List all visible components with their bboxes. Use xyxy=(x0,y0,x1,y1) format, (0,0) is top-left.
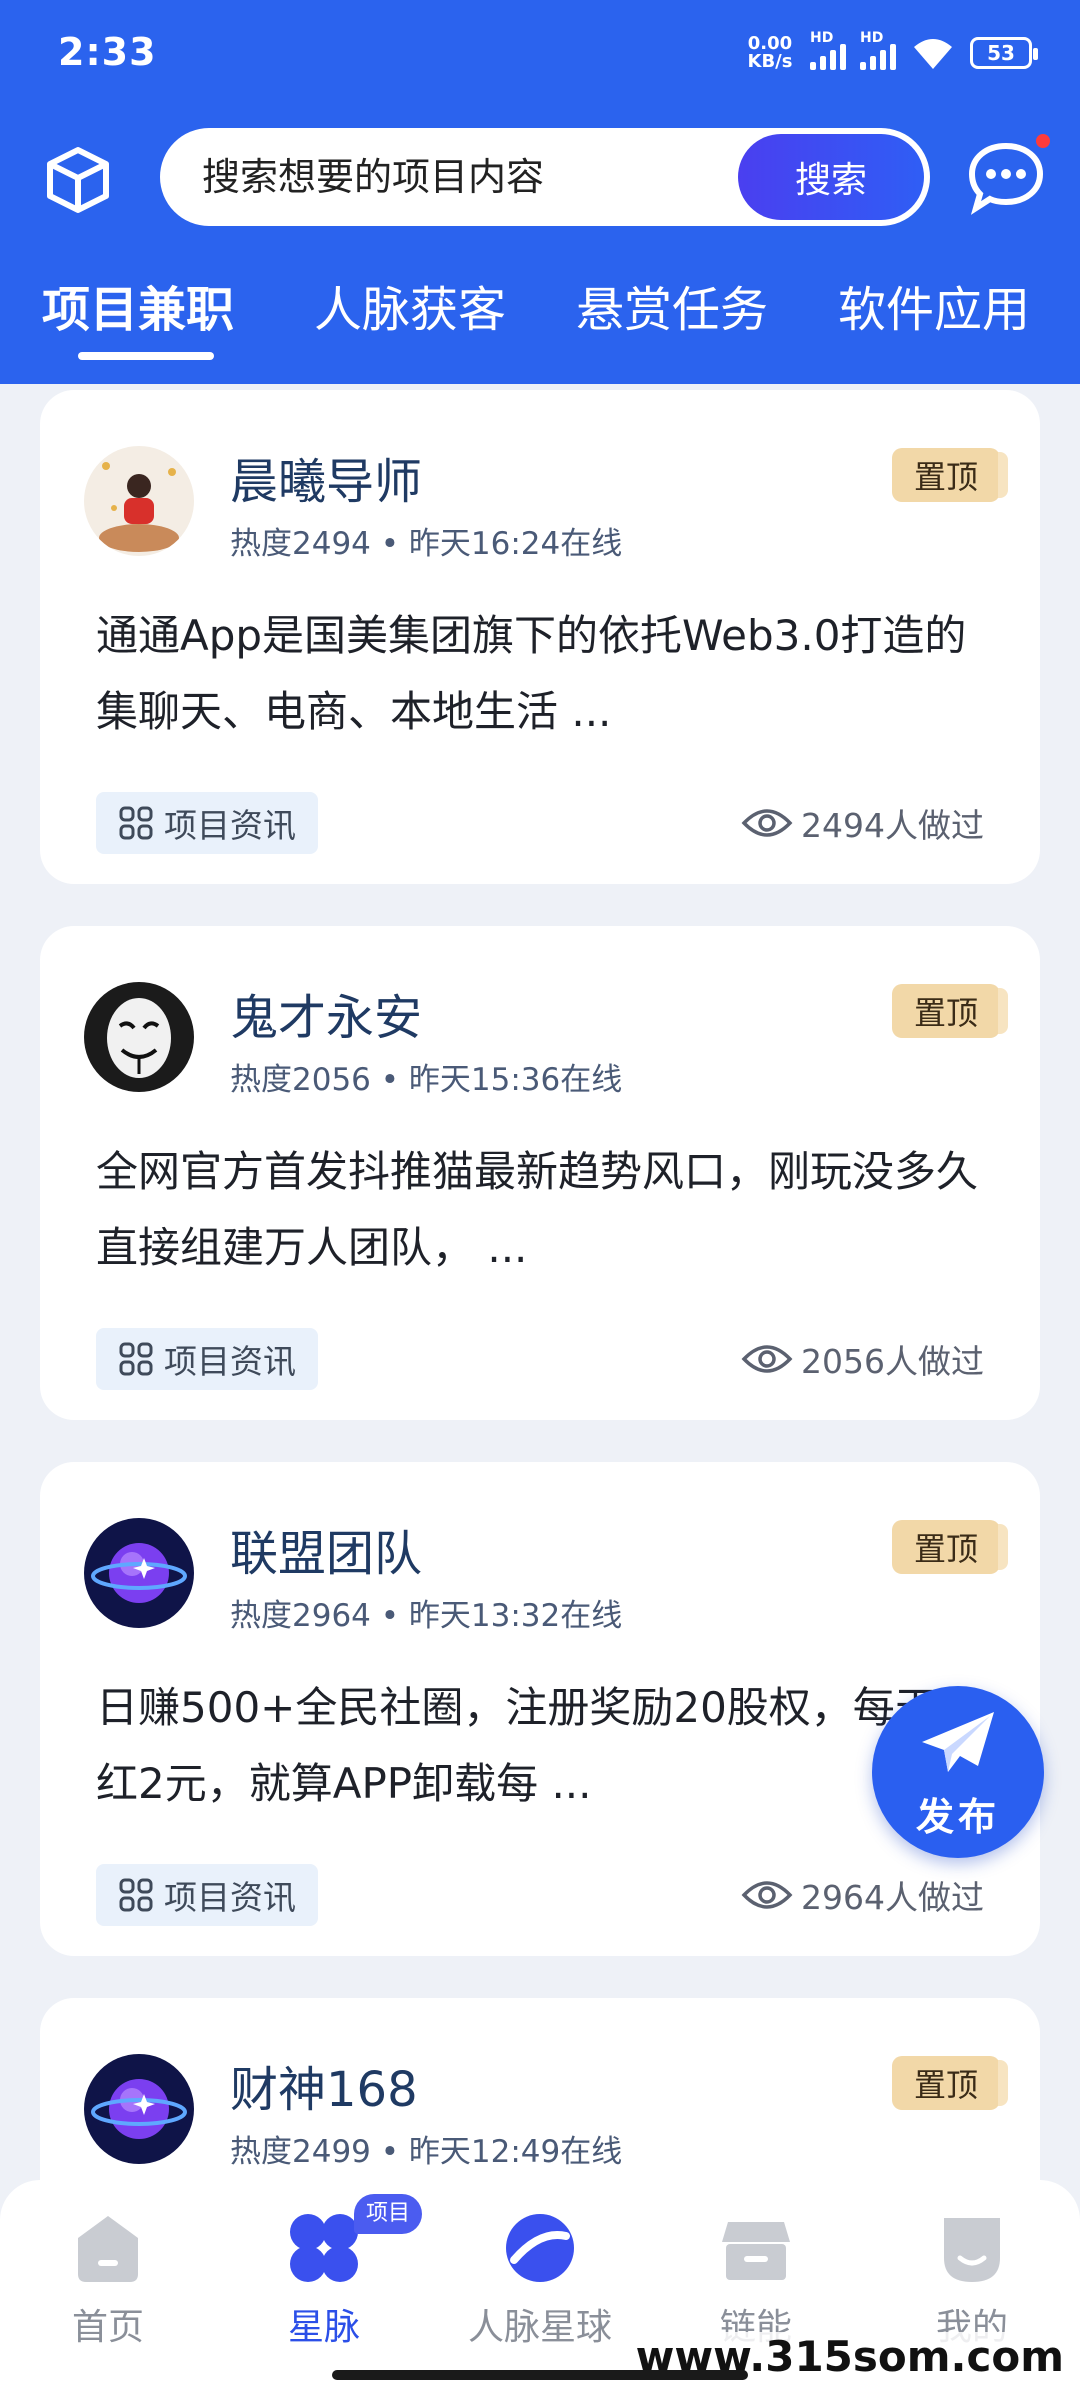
pinned-badge: 置顶 xyxy=(892,448,1008,502)
pinned-badge: 置顶 xyxy=(892,2056,1008,2110)
nav-item-starnet[interactable]: 项目 星脉 xyxy=(216,2180,432,2380)
post-card[interactable]: 联盟团队 热度2964 • 昨天13:32在线 置顶 日赚500+全民社圈，注册… xyxy=(40,1462,1040,1956)
nav-label: 首页 xyxy=(71,2307,144,2348)
grid-icon xyxy=(119,806,153,840)
avatar[interactable] xyxy=(84,2054,194,2164)
pinned-badge: 置顶 xyxy=(892,984,1008,1038)
eye-icon xyxy=(741,1881,793,1909)
category-tag-label: 项目资讯 xyxy=(164,1342,296,1381)
grid-icon xyxy=(119,1342,153,1376)
chat-bubble-icon[interactable] xyxy=(966,138,1046,218)
search-bar: 搜索 xyxy=(160,128,930,226)
eye-icon xyxy=(741,1345,793,1373)
post-list: 晨曦导师 热度2494 • 昨天16:24在线 置顶 通通App是国美集团旗下的… xyxy=(0,384,1080,2400)
signal-icon: HD xyxy=(810,30,846,70)
battery-level: 53 xyxy=(987,41,1015,65)
category-tag-label: 项目资讯 xyxy=(164,806,296,845)
category-tag[interactable]: 项目资讯 xyxy=(96,1864,318,1926)
view-count: 2494人做过 xyxy=(741,792,984,854)
post-description[interactable]: 通通App是国美集团旗下的依托Web3.0打造的集聊天、电商、本地生活 ... xyxy=(96,598,986,750)
notification-dot xyxy=(1034,132,1052,150)
status-bar: 2:33 0.00 KB/s HD HD 53 xyxy=(0,0,1080,110)
publish-button[interactable]: 发布 xyxy=(872,1686,1044,1858)
author-name[interactable]: 鬼才永安 xyxy=(230,978,422,1048)
grid-icon xyxy=(119,1878,153,1912)
eye-icon xyxy=(741,809,793,837)
author-name[interactable]: 联盟团队 xyxy=(230,1514,422,1584)
author-meta: 热度2056 • 昨天15:36在线 xyxy=(230,1062,623,1098)
search-button[interactable]: 搜索 xyxy=(738,134,924,220)
nav-item-network-planet[interactable]: 人脉星球 xyxy=(432,2180,648,2380)
network-speed-unit: KB/s xyxy=(747,51,793,72)
active-tab-indicator xyxy=(78,352,214,360)
signal-hd-label: HD xyxy=(810,30,834,46)
avatar[interactable] xyxy=(84,446,194,556)
view-count: 2056人做过 xyxy=(741,1328,984,1390)
status-icons: 0.00 KB/s HD HD 53 xyxy=(744,30,1038,76)
category-tag[interactable]: 项目资讯 xyxy=(96,1328,318,1390)
category-tag[interactable]: 项目资讯 xyxy=(96,792,318,854)
battery-icon: 53 xyxy=(970,37,1038,69)
home-indicator xyxy=(332,2370,748,2380)
publish-button-label: 发布 xyxy=(915,1795,1000,1839)
tab-bounty-tasks[interactable]: 悬赏任务 xyxy=(576,270,768,340)
store-icon xyxy=(722,2222,790,2280)
author-name[interactable]: 晨曦导师 xyxy=(230,442,422,512)
post-card[interactable]: 鬼才永安 热度2056 • 昨天15:36在线 置顶 全网官方首发抖推猫最新趋势… xyxy=(40,926,1040,1420)
home-icon xyxy=(78,2216,138,2282)
tab-software-apps[interactable]: 软件应用 xyxy=(838,270,1030,340)
author-meta: 热度2499 • 昨天12:49在线 xyxy=(230,2134,623,2170)
status-time: 2:33 xyxy=(58,30,157,74)
author-meta: 热度2964 • 昨天13:32在线 xyxy=(230,1598,623,1634)
header: 2:33 0.00 KB/s HD HD 53 搜索想要的项目内容 搜索 项目兼… xyxy=(0,0,1080,384)
author-name[interactable]: 财神168 xyxy=(230,2050,418,2120)
post-description[interactable]: 全网官方首发抖推猫最新趋势风口，刚玩没多久直接组建万人团队， ... xyxy=(96,1134,986,1286)
search-row: 搜索 xyxy=(0,128,1080,228)
post-card[interactable]: 晨曦导师 热度2494 • 昨天16:24在线 置顶 通通App是国美集团旗下的… xyxy=(40,390,1040,884)
app-screen: 2:33 0.00 KB/s HD HD 53 搜索想要的项目内容 搜索 项目兼… xyxy=(0,0,1080,2400)
clover-icon xyxy=(290,2214,358,2282)
author-meta: 热度2494 • 昨天16:24在线 xyxy=(230,526,623,562)
view-count-label: 2056人做过 xyxy=(801,1342,984,1381)
view-count-label: 2494人做过 xyxy=(801,806,984,845)
view-count: 2964人做过 xyxy=(741,1864,984,1926)
nav-item-home[interactable]: 首页 xyxy=(0,2180,216,2380)
nav-label: 星脉 xyxy=(287,2307,360,2348)
nav-label: 人脉星球 xyxy=(467,2307,612,2348)
planet-icon xyxy=(506,2214,574,2282)
network-speed: 0.00 KB/s xyxy=(744,35,796,71)
post-description[interactable]: 日赚500+全民社圈，注册奖励20股权，每天分红2元，就算APP卸载每 ... xyxy=(96,1670,986,1822)
signal-hd-label: HD xyxy=(860,30,884,46)
profile-icon xyxy=(944,2218,1000,2282)
search-input[interactable] xyxy=(202,128,682,226)
paper-plane-icon xyxy=(922,1712,994,1772)
nav-badge: 项目 xyxy=(354,2194,423,2234)
avatar[interactable] xyxy=(84,982,194,1092)
tab-project-parttime[interactable]: 项目兼职 xyxy=(42,270,234,340)
wifi-icon xyxy=(914,39,952,69)
signal-icon: HD xyxy=(860,30,896,70)
category-tabs: 项目兼职 人脉获客 悬赏任务 软件应用 xyxy=(0,270,1080,370)
tab-network-leads[interactable]: 人脉获客 xyxy=(314,270,506,340)
category-tag-label: 项目资讯 xyxy=(164,1878,296,1917)
avatar[interactable] xyxy=(84,1518,194,1628)
view-count-label: 2964人做过 xyxy=(801,1878,984,1917)
cube-logo-icon[interactable] xyxy=(44,146,112,214)
pinned-badge: 置顶 xyxy=(892,1520,1008,1574)
